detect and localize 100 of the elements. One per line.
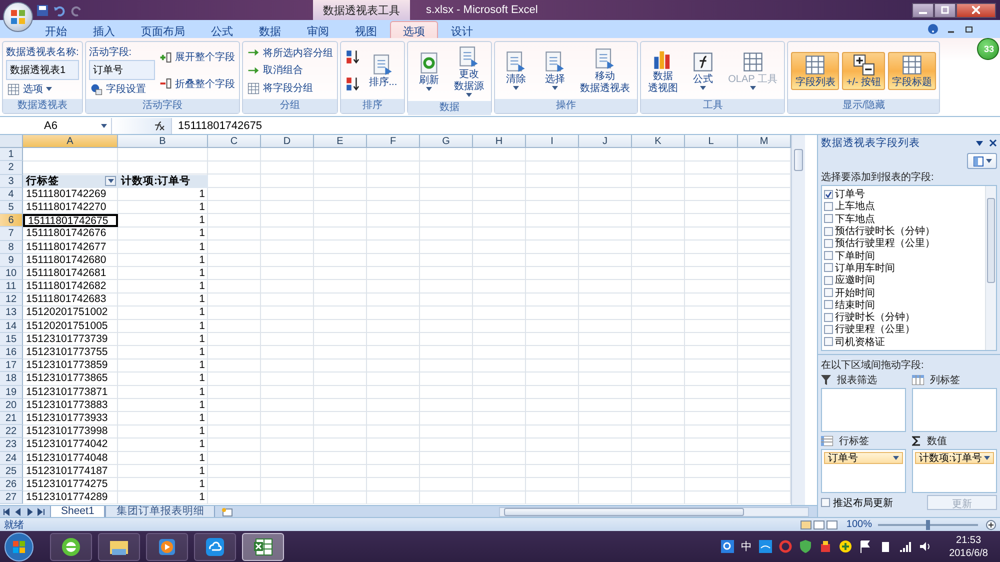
search-icon[interactable] — [721, 540, 734, 553]
ribbon-tab[interactable]: 插入 — [80, 21, 128, 38]
redo-icon[interactable] — [70, 4, 83, 16]
ribbon-button[interactable]: 公式 — [685, 49, 722, 92]
row-header[interactable]: 9 — [0, 254, 23, 267]
row-header[interactable]: 4 — [0, 188, 23, 201]
taskbar-button[interactable] — [50, 532, 92, 560]
ribbon-button[interactable]: 取消组合 — [246, 63, 334, 78]
app-tray-icon[interactable] — [819, 540, 832, 553]
network-app-icon[interactable] — [759, 540, 772, 553]
row-header[interactable]: 27 — [0, 491, 23, 504]
save-icon[interactable] — [36, 4, 49, 16]
row-header[interactable]: 24 — [0, 452, 23, 465]
row-header[interactable]: 5 — [0, 200, 23, 214]
ribbon-tab[interactable]: 设计 — [438, 21, 486, 38]
sheet-tab[interactable]: Sheet1 — [50, 506, 106, 518]
drop-area[interactable]: 计数项:订单号 — [912, 449, 997, 493]
ribbon-tab[interactable]: 公式 — [198, 21, 246, 38]
text-field[interactable]: 数据透视表1 — [6, 60, 79, 80]
function-icon[interactable] — [153, 120, 165, 131]
list-scrollbar[interactable] — [985, 186, 996, 350]
checkbox[interactable] — [824, 276, 833, 285]
checkbox[interactable] — [824, 238, 833, 248]
input-method[interactable]: 中 — [741, 539, 752, 554]
row-header[interactable]: 26 — [0, 478, 23, 492]
row-header[interactable]: 15 — [0, 332, 23, 346]
taskbar-button[interactable] — [242, 532, 284, 560]
plus-icon[interactable] — [839, 540, 852, 553]
ribbon-button[interactable]: 排序... — [364, 52, 402, 90]
start-button[interactable] — [4, 532, 34, 562]
ribbon-button[interactable]: 选择 — [537, 49, 574, 92]
row-header[interactable]: 13 — [0, 306, 23, 320]
zoom-level[interactable]: 100% — [846, 519, 872, 530]
column-header[interactable]: F — [367, 135, 420, 148]
ribbon-button[interactable]: 将所选内容分组 — [246, 46, 334, 60]
column-header[interactable]: L — [685, 135, 738, 148]
row-header[interactable]: 23 — [0, 438, 23, 452]
signal-icon[interactable] — [899, 540, 912, 553]
panel-controls-icon[interactable] — [975, 138, 997, 148]
row-header[interactable]: 22 — [0, 425, 23, 438]
office-button[interactable] — [3, 2, 33, 32]
row-header[interactable]: 16 — [0, 346, 23, 360]
checkbox[interactable] — [824, 324, 833, 334]
clock[interactable]: 21:53 2016/6/8 — [949, 534, 988, 560]
checkbox[interactable] — [824, 312, 833, 322]
ribbon-tab[interactable]: 页面布局 — [128, 21, 198, 38]
zoom-thumb[interactable] — [926, 520, 930, 530]
flag-icon[interactable] — [859, 540, 872, 553]
ribbon-button[interactable]: 展开整个字段 — [158, 50, 236, 64]
column-header[interactable]: I — [526, 135, 579, 148]
row-header[interactable]: 2 — [0, 161, 23, 175]
checkbox[interactable] — [824, 226, 833, 236]
column-header[interactable]: G — [420, 135, 473, 148]
row-header[interactable]: 8 — [0, 240, 23, 254]
help-icon[interactable] — [928, 24, 938, 34]
column-header[interactable]: A — [23, 135, 118, 148]
layout-button[interactable] — [967, 153, 997, 169]
row-header[interactable]: 19 — [0, 386, 23, 399]
undo-icon[interactable] — [53, 4, 66, 16]
vertical-scrollbar[interactable] — [791, 135, 805, 505]
ribbon-tab[interactable]: 数据 — [246, 21, 294, 38]
row-header[interactable]: 12 — [0, 293, 23, 306]
column-header[interactable]: J — [579, 135, 632, 148]
row-header[interactable]: 14 — [0, 320, 23, 333]
row-header[interactable]: 10 — [0, 266, 23, 280]
row-header[interactable]: 11 — [0, 280, 23, 294]
row-header[interactable]: 6 — [0, 214, 23, 228]
ribbon-button[interactable]: 折叠整个字段 — [158, 76, 236, 91]
view-buttons-icon[interactable] — [800, 520, 840, 530]
checkbox[interactable] — [821, 498, 830, 507]
ribbon-button[interactable]: 数据 透视图 — [644, 46, 682, 96]
ribbon-tab[interactable]: 选项 — [390, 21, 438, 38]
column-header[interactable]: D — [261, 135, 314, 148]
row-header[interactable]: 18 — [0, 372, 23, 386]
row-header[interactable]: 25 — [0, 464, 23, 478]
row-header[interactable]: 7 — [0, 227, 23, 240]
column-header[interactable]: M — [738, 135, 791, 148]
zoom-in-icon[interactable] — [986, 520, 996, 530]
ribbon-button[interactable]: 更改 数据源 — [450, 44, 488, 99]
ribbon-tab[interactable]: 开始 — [32, 21, 80, 38]
active-cell[interactable]: 15111801742675 — [23, 214, 118, 228]
sheet-tab[interactable]: 集团订单报表明细 — [105, 506, 216, 518]
column-header[interactable]: E — [314, 135, 367, 148]
checkbox[interactable] — [824, 190, 833, 199]
ribbon-button[interactable]: 刷新 — [411, 50, 448, 93]
toggle-button[interactable]: 字段列表 — [791, 52, 840, 90]
toggle-button[interactable]: +/- 按钮 — [842, 52, 886, 90]
ribbon-tab[interactable]: 审阅 — [294, 21, 342, 38]
area-field[interactable]: 订单号 — [824, 452, 903, 464]
toggle-button[interactable]: 字段标题 — [888, 52, 936, 90]
row-header[interactable]: 20 — [0, 398, 23, 412]
checkbox[interactable] — [824, 251, 833, 260]
ribbon-button[interactable]: 选项 — [6, 82, 79, 96]
shield-icon[interactable] — [799, 540, 812, 553]
checkbox[interactable] — [824, 288, 833, 298]
minimize-button[interactable] — [912, 2, 934, 18]
sort-button[interactable] — [344, 49, 362, 66]
taskbar-button[interactable] — [146, 532, 188, 560]
checkbox[interactable] — [824, 300, 833, 310]
checkbox[interactable] — [824, 263, 833, 272]
